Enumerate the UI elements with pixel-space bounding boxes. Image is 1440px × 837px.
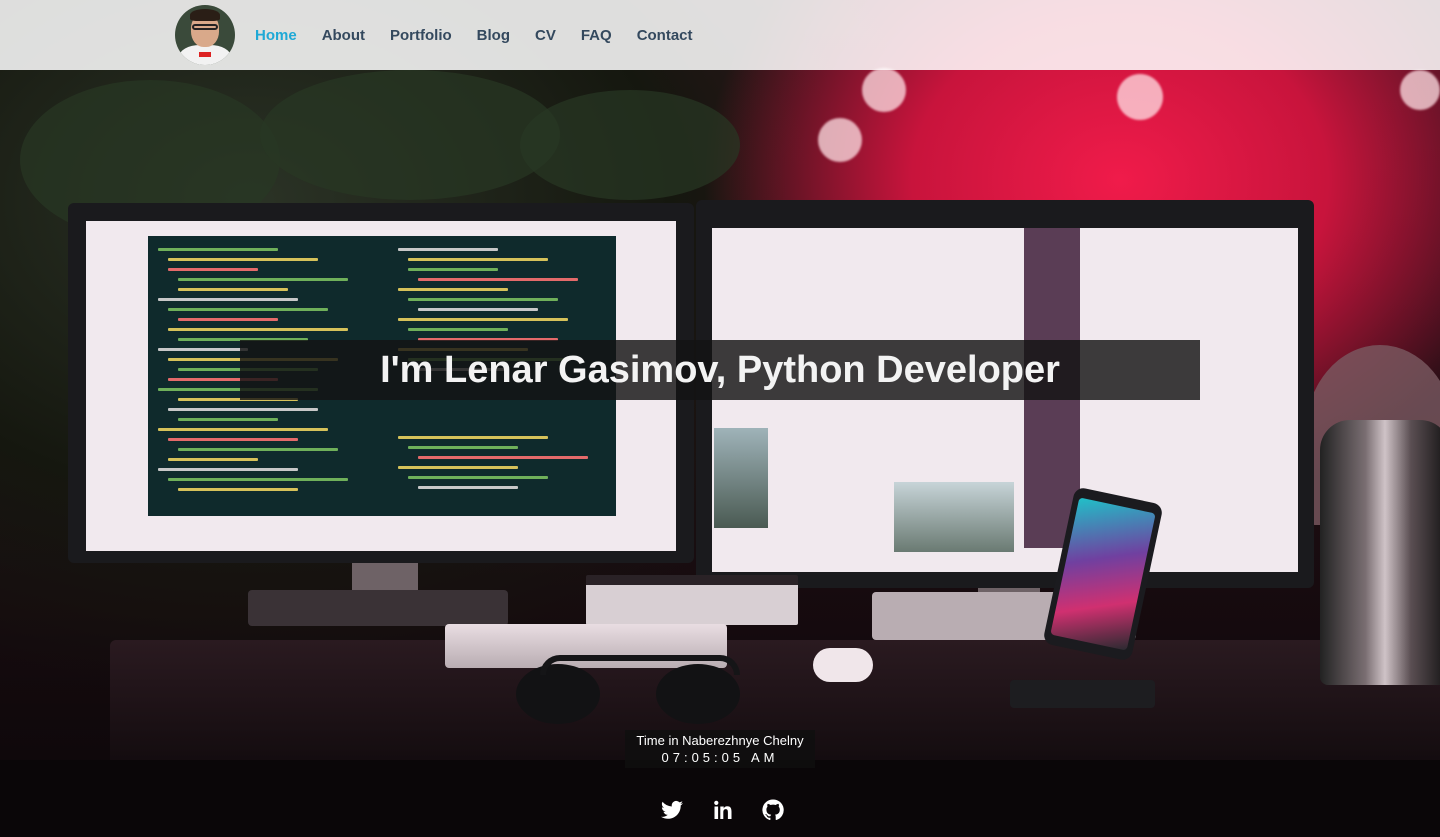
top-navbar: Home About Portfolio Blog CV FAQ Contact (0, 0, 1440, 70)
social-links (660, 797, 785, 823)
page-title: I'm Lenar Gasimov, Python Developer (380, 348, 1060, 391)
phone-stand (1010, 680, 1155, 708)
avatar[interactable] (175, 5, 235, 65)
nav-portfolio-link[interactable]: Portfolio (390, 27, 452, 44)
twitter-icon (661, 800, 683, 819)
right-monitor-screen (712, 228, 1298, 572)
nav-about-link[interactable]: About (322, 27, 365, 44)
linkedin-icon (713, 800, 731, 819)
local-time-widget: Time in Naberezhnye Chelny 07:05:05 AM (625, 730, 815, 768)
nav-faq-link[interactable]: FAQ (581, 27, 612, 44)
headphones-band (540, 655, 740, 675)
mouse (813, 648, 873, 682)
clock-label: Time in Naberezhnye Chelny (636, 733, 804, 748)
plant-leaves (260, 70, 560, 200)
nav-blog-link[interactable]: Blog (477, 27, 510, 44)
plant-leaves (520, 90, 740, 200)
nav-contact-link[interactable]: Contact (637, 27, 693, 44)
mac-pro (1320, 420, 1440, 685)
notebook (586, 575, 798, 625)
nav-home-link[interactable]: Home (255, 27, 297, 44)
github-icon (762, 799, 784, 821)
main-nav: Home About Portfolio Blog CV FAQ Contact (255, 0, 718, 70)
headline-banner: I'm Lenar Gasimov, Python Developer (240, 340, 1200, 400)
monitor-stand-base (248, 590, 508, 626)
photo-thumbnail (714, 428, 768, 528)
bokeh-light (1117, 74, 1163, 120)
nav-cv-link[interactable]: CV (535, 27, 556, 44)
hero-background-image (0, 0, 1440, 837)
bokeh-light (818, 118, 862, 162)
linkedin-link[interactable] (711, 798, 735, 822)
github-link[interactable] (761, 798, 785, 822)
twitter-link[interactable] (660, 798, 684, 822)
bokeh-light (1400, 70, 1440, 110)
bokeh-light (862, 68, 906, 112)
photo-thumbnail (894, 482, 1014, 552)
clock-time: 07:05:05 AM (661, 750, 779, 765)
